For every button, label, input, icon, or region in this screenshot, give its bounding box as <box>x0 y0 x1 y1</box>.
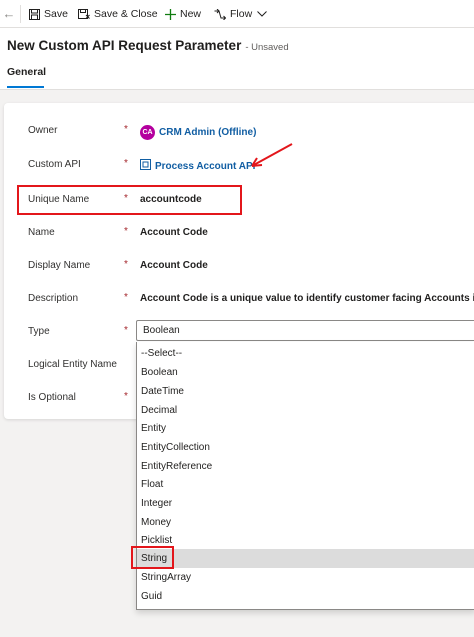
required-marker: * <box>124 292 128 303</box>
annotation-arrow-icon <box>251 143 293 167</box>
page-title-text: New Custom API Request Parameter <box>7 38 242 53</box>
save-label: Save <box>44 8 68 20</box>
save-close-icon <box>78 8 90 20</box>
owner-row: Owner * CA CRM Admin (Offline) <box>4 123 474 141</box>
flow-label: Flow <box>230 8 253 20</box>
dropdown-option[interactable]: Guid <box>137 587 474 606</box>
description-label: Description <box>28 293 79 304</box>
owner-label: Owner <box>28 125 58 136</box>
page-title: New Custom API Request Parameter - Unsave… <box>7 38 289 53</box>
plus-icon <box>164 8 176 20</box>
save-close-label: Save & Close <box>94 8 158 20</box>
divider <box>20 5 21 23</box>
tab-general[interactable]: General <box>7 66 46 78</box>
required-marker: * <box>124 124 128 135</box>
command-bar: ← Save Save & Close New Flow <box>0 0 474 28</box>
name-row: Name * Account Code <box>4 225 474 243</box>
name-field[interactable]: Account Code <box>140 227 208 238</box>
custom-api-lookup[interactable]: Process Account API <box>140 159 255 172</box>
custom-api-icon <box>140 159 151 170</box>
required-marker: * <box>124 226 128 237</box>
highlight-string-box <box>131 546 174 569</box>
dropdown-option[interactable]: Money <box>137 513 474 532</box>
chevron-down-icon <box>256 8 268 20</box>
dropdown-option[interactable]: Decimal <box>137 401 474 420</box>
active-tab-indicator <box>7 86 44 88</box>
new-label: New <box>180 8 202 20</box>
custom-api-row: Custom API * Process Account API <box>4 157 474 175</box>
is-optional-label: Is Optional <box>28 392 76 403</box>
dropdown-option[interactable]: Integer <box>137 494 474 513</box>
dropdown-option[interactable]: DateTime <box>137 382 474 401</box>
display-name-field[interactable]: Account Code <box>140 260 208 271</box>
dropdown-option[interactable]: Float <box>137 475 474 494</box>
dropdown-option[interactable]: --Select-- <box>137 344 474 363</box>
type-dropdown-list: --Select-- Boolean DateTime Decimal Enti… <box>136 342 474 610</box>
save-button[interactable]: Save <box>28 6 68 22</box>
save-icon <box>28 8 40 20</box>
dropdown-option[interactable]: EntityCollection <box>137 438 474 457</box>
save-status: - Unsaved <box>245 42 289 53</box>
custom-api-label: Custom API <box>28 159 81 170</box>
dropdown-option[interactable]: Entity <box>137 419 474 438</box>
flow-button[interactable]: Flow <box>214 6 268 22</box>
type-label: Type <box>28 326 50 337</box>
name-label: Name <box>28 227 55 238</box>
display-name-label: Display Name <box>28 260 91 271</box>
required-marker: * <box>124 259 128 270</box>
avatar: CA <box>140 125 155 140</box>
description-row: Description * Account Code is a unique v… <box>4 291 474 309</box>
owner-lookup[interactable]: CA CRM Admin (Offline) <box>140 125 256 140</box>
dropdown-option-highlighted[interactable]: String <box>137 549 474 568</box>
required-marker: * <box>124 391 128 402</box>
logical-entity-name-label: Logical Entity Name <box>28 359 117 370</box>
required-marker: * <box>124 158 128 169</box>
owner-value: CRM Admin (Offline) <box>159 127 257 139</box>
save-and-close-button[interactable]: Save & Close <box>78 6 158 22</box>
flow-icon <box>214 8 226 20</box>
description-field[interactable]: Account Code is a unique value to identi… <box>140 293 474 304</box>
highlight-unique-name-box <box>17 185 242 215</box>
required-marker: * <box>124 325 128 336</box>
back-arrow-icon[interactable]: ← <box>0 4 18 24</box>
dropdown-option[interactable]: Boolean <box>137 363 474 382</box>
new-button[interactable]: New <box>164 6 201 22</box>
form-header: New Custom API Request Parameter - Unsave… <box>0 28 474 90</box>
display-name-row: Display Name * Account Code <box>4 258 474 276</box>
dropdown-option[interactable]: EntityReference <box>137 457 474 476</box>
dropdown-option[interactable]: Picklist <box>137 531 474 550</box>
type-select[interactable]: Boolean <box>136 320 474 341</box>
type-selected-value: Boolean <box>143 325 180 336</box>
dropdown-option[interactable]: StringArray <box>137 568 474 587</box>
